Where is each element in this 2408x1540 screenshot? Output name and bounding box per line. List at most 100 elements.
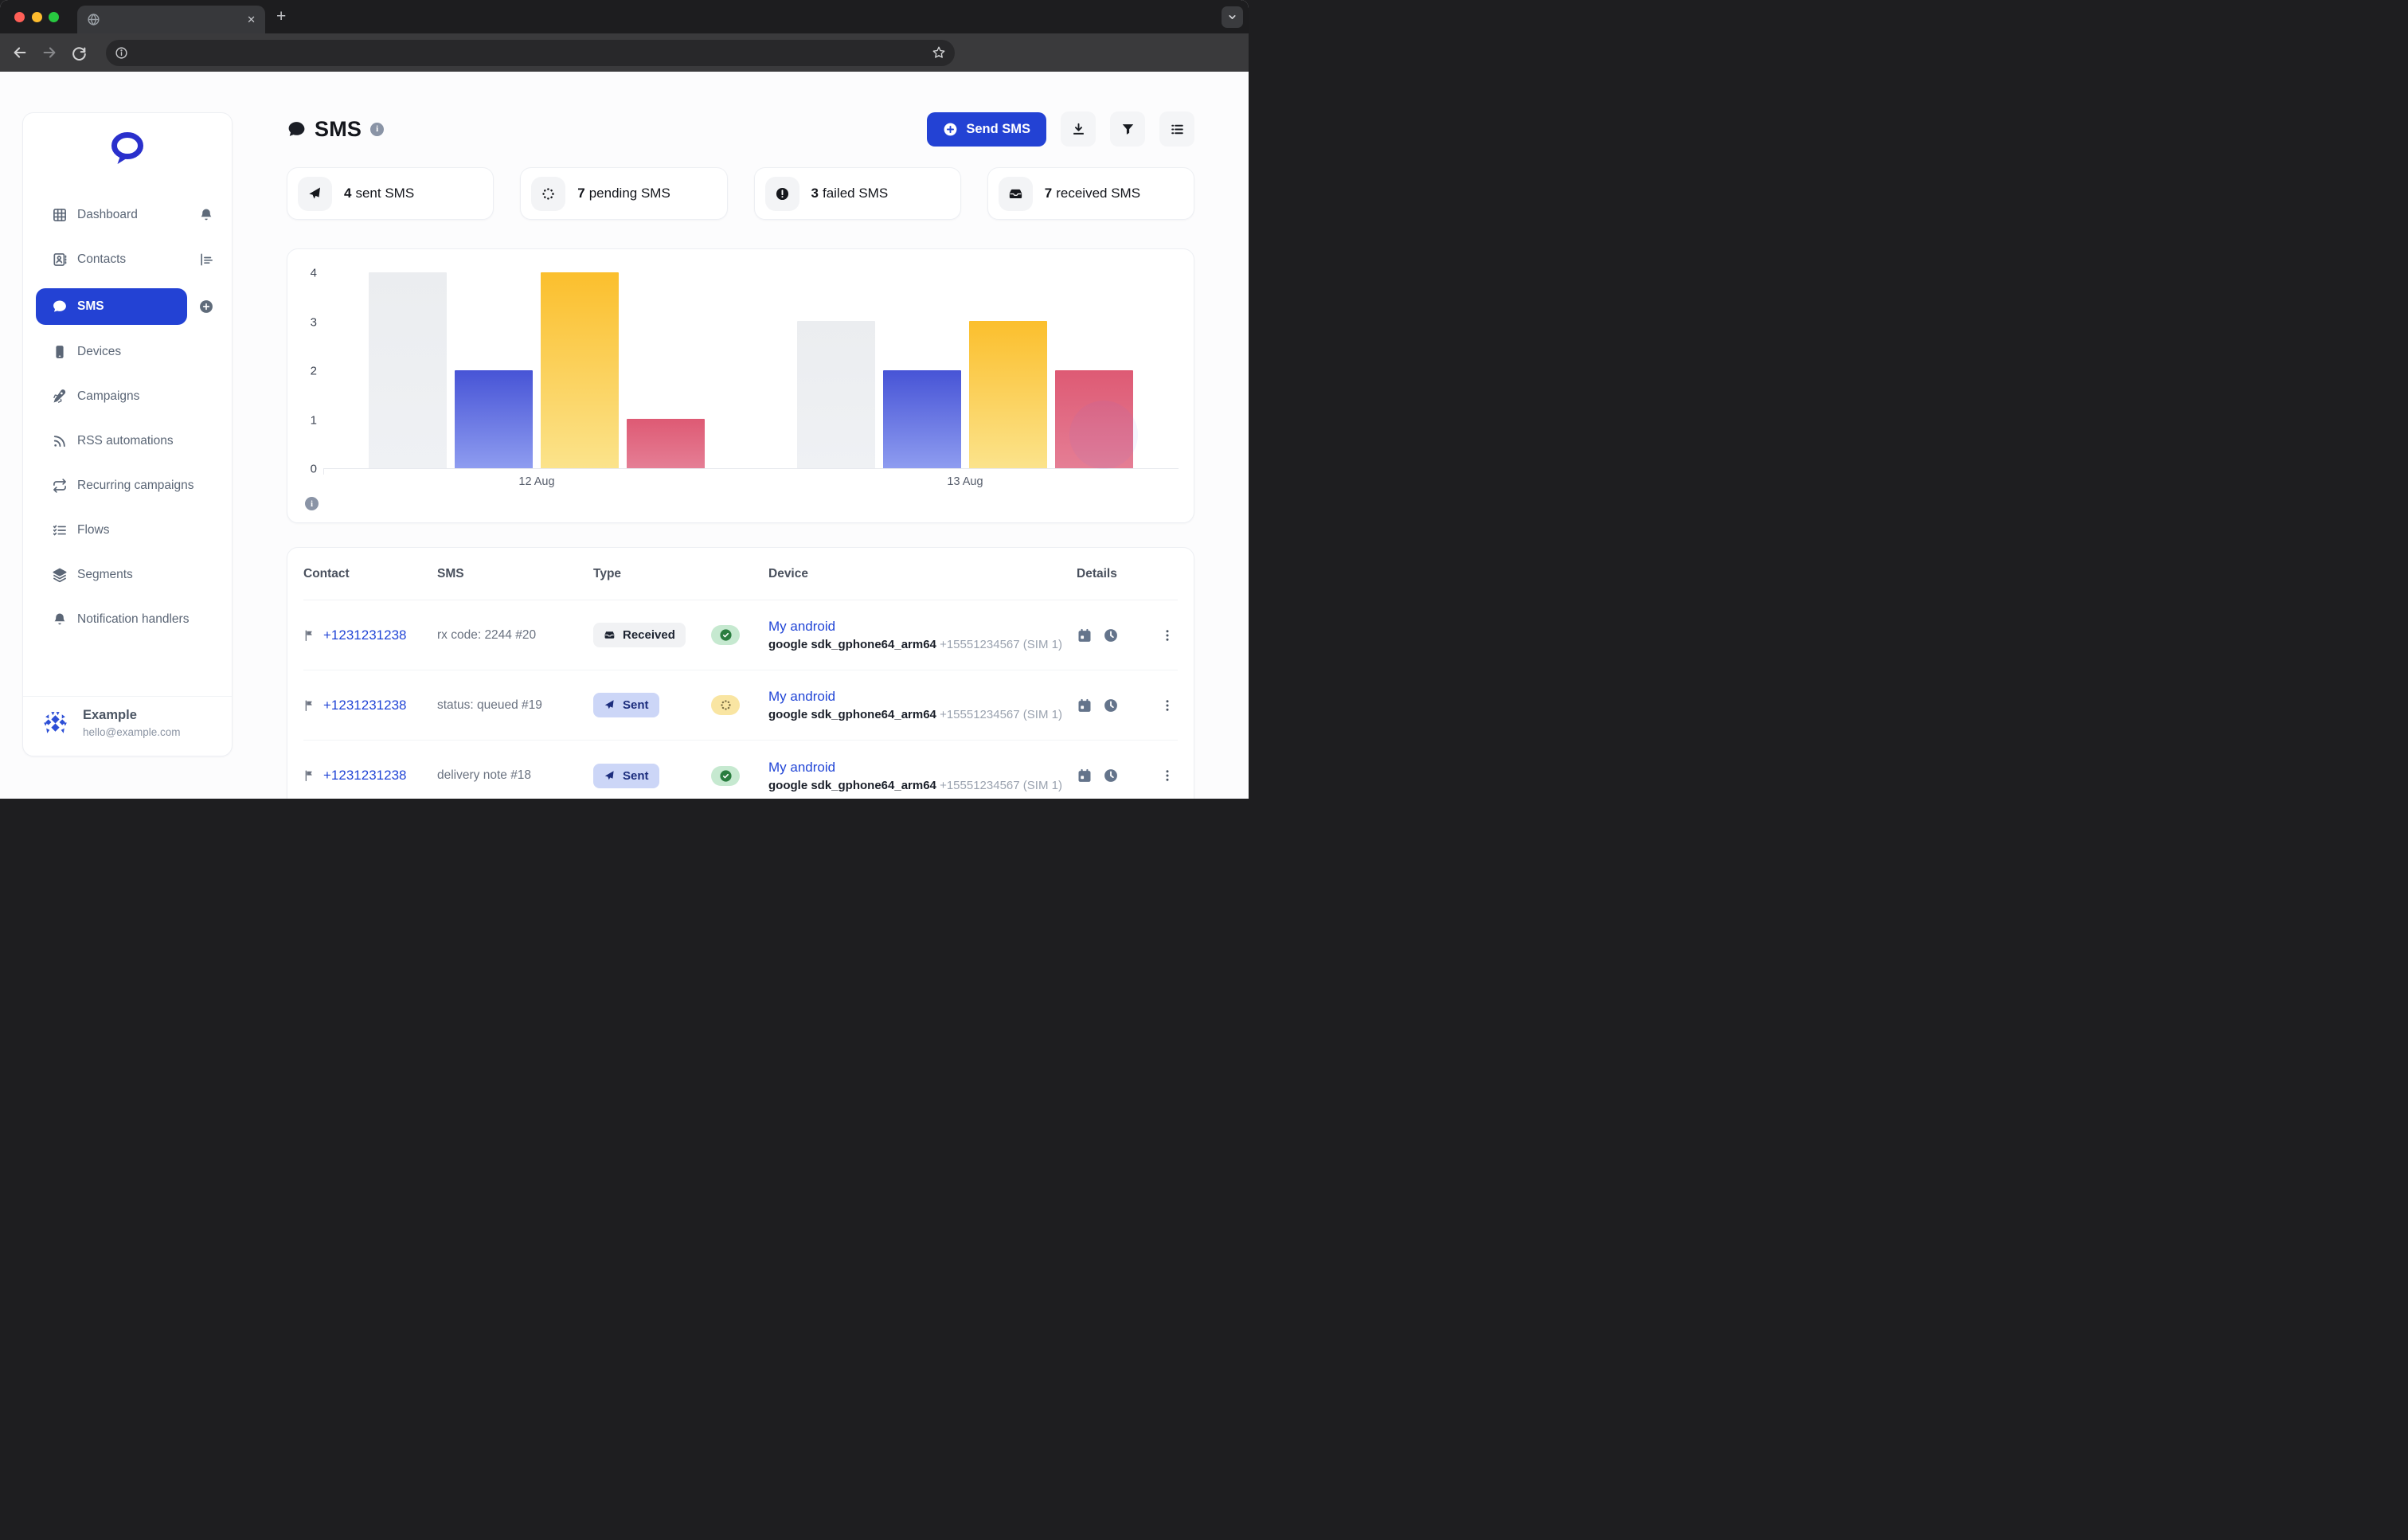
info-icon[interactable]: i bbox=[370, 123, 384, 136]
plus-circle-icon bbox=[943, 122, 958, 137]
sidebar-item-flows[interactable]: Flows bbox=[36, 514, 219, 546]
calendar-icon[interactable] bbox=[1077, 768, 1093, 784]
avatar bbox=[41, 709, 70, 738]
sidebar-item-label: Devices bbox=[77, 345, 121, 359]
contact-phone-link[interactable]: +1231231238 bbox=[323, 698, 406, 713]
minimize-window-button[interactable] bbox=[32, 12, 42, 22]
filter-button[interactable] bbox=[1110, 111, 1145, 147]
flag-icon bbox=[303, 769, 316, 782]
export-download-button[interactable] bbox=[1061, 111, 1096, 147]
back-button[interactable] bbox=[11, 44, 29, 61]
browser-tab[interactable]: ✕ bbox=[77, 6, 265, 33]
status-success-indicator bbox=[711, 625, 740, 645]
sidebar-item-dashboard[interactable]: Dashboard bbox=[36, 199, 198, 231]
spinner-icon bbox=[531, 177, 565, 211]
contact-cell: +1231231238 bbox=[303, 698, 437, 713]
chart-y-axis: 4 3 2 1 0 bbox=[287, 273, 317, 469]
row-menu-kebab-icon[interactable] bbox=[1160, 768, 1178, 783]
stat-card-received: 7received SMS bbox=[987, 167, 1194, 220]
sms-text-cell: rx code: 2244 #20 bbox=[437, 628, 593, 643]
table-header: Contact SMS Type Device Details bbox=[303, 548, 1178, 600]
speech-bubble-logo-icon bbox=[108, 131, 147, 167]
maximize-window-button[interactable] bbox=[49, 12, 59, 22]
sidebar-row-rss: RSS automations bbox=[36, 425, 219, 457]
list-view-button[interactable] bbox=[1159, 111, 1194, 147]
clock-icon[interactable] bbox=[1103, 698, 1119, 713]
sidebar-item-label: Flows bbox=[77, 523, 109, 537]
list-check-icon bbox=[52, 522, 68, 538]
row-menu-kebab-icon[interactable] bbox=[1160, 698, 1178, 713]
site-info-icon[interactable] bbox=[115, 46, 128, 60]
bell-icon[interactable] bbox=[198, 207, 214, 223]
sidebar-item-label: Dashboard bbox=[77, 208, 138, 222]
y-tick: 4 bbox=[287, 267, 317, 280]
bar-yellow bbox=[969, 321, 1047, 468]
table-row: +1231231238 delivery note #18 Sent My an… bbox=[303, 741, 1178, 799]
user-info: Example hello@example.com bbox=[83, 708, 181, 738]
details-cell bbox=[1077, 768, 1147, 784]
contact-phone-link[interactable]: +1231231238 bbox=[323, 768, 406, 784]
sidebar-item-campaigns[interactable]: Campaigns bbox=[36, 381, 219, 412]
url-bar[interactable] bbox=[106, 40, 955, 66]
bookmark-star-icon[interactable] bbox=[932, 45, 946, 60]
check-circle-icon bbox=[719, 628, 733, 642]
sidebar-row-contacts: Contacts bbox=[36, 244, 219, 276]
column-header-type: Type bbox=[593, 567, 711, 581]
bar-chart-icon[interactable] bbox=[198, 252, 214, 268]
new-tab-button[interactable]: + bbox=[276, 8, 286, 26]
alert-circle-icon bbox=[765, 177, 799, 211]
sidebar-item-recurring-campaigns[interactable]: Recurring campaigns bbox=[36, 470, 219, 502]
inbox-icon bbox=[999, 177, 1033, 211]
clock-icon[interactable] bbox=[1103, 627, 1119, 643]
paper-plane-icon bbox=[298, 177, 332, 211]
details-cell bbox=[1077, 627, 1147, 643]
grid-icon bbox=[52, 207, 68, 223]
rocket-icon bbox=[52, 389, 68, 405]
plus-circle-icon[interactable] bbox=[198, 299, 214, 315]
type-badge-received: Received bbox=[593, 623, 686, 647]
reload-button[interactable] bbox=[70, 44, 88, 61]
tab-list-chevron-button[interactable] bbox=[1222, 6, 1243, 28]
chart-plot-area bbox=[323, 273, 1179, 469]
device-link[interactable]: My android bbox=[768, 619, 835, 634]
sidebar-item-notification-handlers[interactable]: Notification handlers bbox=[36, 604, 219, 635]
paper-plane-icon bbox=[604, 699, 616, 711]
sidebar-row-recurring: Recurring campaigns bbox=[36, 470, 219, 502]
clock-icon[interactable] bbox=[1103, 768, 1119, 784]
download-icon bbox=[1071, 122, 1086, 137]
user-account[interactable]: Example hello@example.com bbox=[23, 696, 232, 746]
header-actions: Send SMS bbox=[927, 111, 1194, 147]
browser-window: ✕ + bbox=[0, 0, 1249, 799]
forward-button[interactable] bbox=[41, 44, 58, 61]
calendar-icon[interactable] bbox=[1077, 627, 1093, 643]
close-window-button[interactable] bbox=[14, 12, 25, 22]
sms-table: Contact SMS Type Device Details +1231231… bbox=[287, 547, 1194, 799]
calendar-icon[interactable] bbox=[1077, 698, 1093, 713]
row-menu-kebab-icon[interactable] bbox=[1160, 628, 1178, 643]
close-tab-icon[interactable]: ✕ bbox=[247, 14, 256, 25]
window-controls bbox=[14, 12, 59, 22]
sidebar: Dashboard Contacts SMS bbox=[22, 112, 233, 756]
device-cell: My android google sdk_gphone64_arm64 +15… bbox=[768, 760, 1077, 792]
sidebar-item-sms[interactable]: SMS bbox=[36, 288, 187, 325]
sidebar-item-devices[interactable]: Devices bbox=[36, 336, 219, 368]
sidebar-item-label: RSS automations bbox=[77, 434, 174, 448]
sms-text-cell: delivery note #18 bbox=[437, 768, 593, 783]
list-icon bbox=[1170, 122, 1185, 137]
contact-phone-link[interactable]: +1231231238 bbox=[323, 627, 406, 643]
chart-watermark bbox=[1069, 401, 1138, 469]
device-link[interactable]: My android bbox=[768, 760, 835, 775]
chart-info-icon[interactable]: i bbox=[305, 497, 319, 510]
sidebar-item-segments[interactable]: Segments bbox=[36, 559, 219, 591]
app-logo[interactable] bbox=[23, 131, 232, 167]
device-link[interactable]: My android bbox=[768, 689, 835, 704]
sidebar-item-rss-automations[interactable]: RSS automations bbox=[36, 425, 219, 457]
sidebar-item-contacts[interactable]: Contacts bbox=[36, 244, 198, 276]
spinner-icon bbox=[719, 698, 733, 712]
sidebar-item-label: Recurring campaigns bbox=[77, 479, 194, 493]
column-header-device: Device bbox=[768, 567, 1077, 581]
stat-text: 7pending SMS bbox=[577, 186, 670, 201]
y-tick: 1 bbox=[287, 413, 317, 427]
send-sms-button[interactable]: Send SMS bbox=[927, 112, 1046, 147]
repeat-icon bbox=[52, 478, 68, 494]
